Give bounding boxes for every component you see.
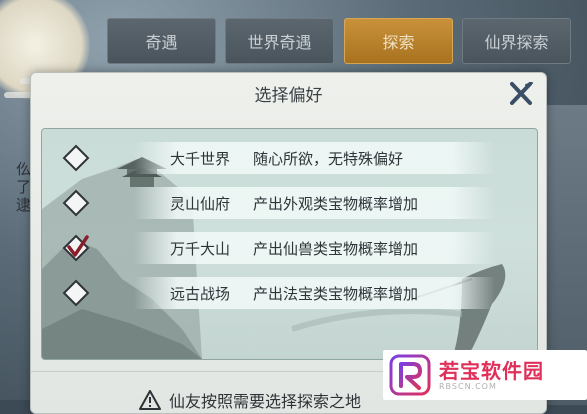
options-panel: 大千世界 随心所欲，无特殊偏好 灵山仙府 产出外观类宝物概率增加 万千大山 产出… xyxy=(41,128,538,360)
tab-world-qiyu[interactable]: 世界奇遇 xyxy=(225,18,334,64)
option-description: 产出仙兽类宝物概率增加 xyxy=(253,240,419,258)
checkbox-diamond-icon[interactable] xyxy=(62,189,90,217)
option-row[interactable]: 远古战场 产出法宝类宝物概率增加 xyxy=(42,273,537,313)
option-description: 随心所欲，无特殊偏好 xyxy=(253,150,404,168)
watermark-subtext: RBSCN.COM xyxy=(439,381,497,391)
close-x-icon xyxy=(510,82,533,105)
close-button[interactable] xyxy=(506,79,536,109)
option-row[interactable]: 大千世界 随心所欲，无特殊偏好 xyxy=(42,138,537,178)
watermark-text: 若宝软件园 xyxy=(439,358,544,383)
tab-immortal-explore[interactable]: 仙界探索 xyxy=(462,18,571,64)
checkbox-diamond-checked-icon[interactable] xyxy=(62,234,90,262)
option-name: 远古战场 xyxy=(170,285,231,303)
dialog-title: 选择偏好 xyxy=(254,86,323,106)
warning-text: 仙友按照需要选择探索之地 xyxy=(169,392,362,411)
site-watermark: 若宝软件园 RBSCN.COM xyxy=(383,350,587,400)
checkbox-diamond-icon[interactable] xyxy=(62,279,90,307)
warning-triangle-icon xyxy=(139,390,161,410)
option-row[interactable]: 万千大山 产出仙兽类宝物概率增加 xyxy=(42,228,537,268)
watermark-logo-icon xyxy=(389,354,431,396)
option-name: 灵山仙府 xyxy=(170,195,231,213)
tab-qiyu[interactable]: 奇遇 xyxy=(107,18,216,64)
tab-bar: 奇遇 世界奇遇 探索 仙界探索 xyxy=(107,18,587,64)
option-name: 万千大山 xyxy=(170,240,231,258)
option-description: 产出法宝类宝物概率增加 xyxy=(253,285,419,303)
warning-message: 仙友按照需要选择探索之地 xyxy=(139,388,361,412)
option-name: 大千世界 xyxy=(170,150,231,168)
option-description: 产出外观类宝物概率增加 xyxy=(253,195,419,213)
background-text: 逮 xyxy=(16,196,32,214)
checkbox-diamond-icon[interactable] xyxy=(62,144,90,172)
option-row[interactable]: 灵山仙府 产出外观类宝物概率增加 xyxy=(42,183,537,223)
tab-explore[interactable]: 探索 xyxy=(344,18,453,64)
